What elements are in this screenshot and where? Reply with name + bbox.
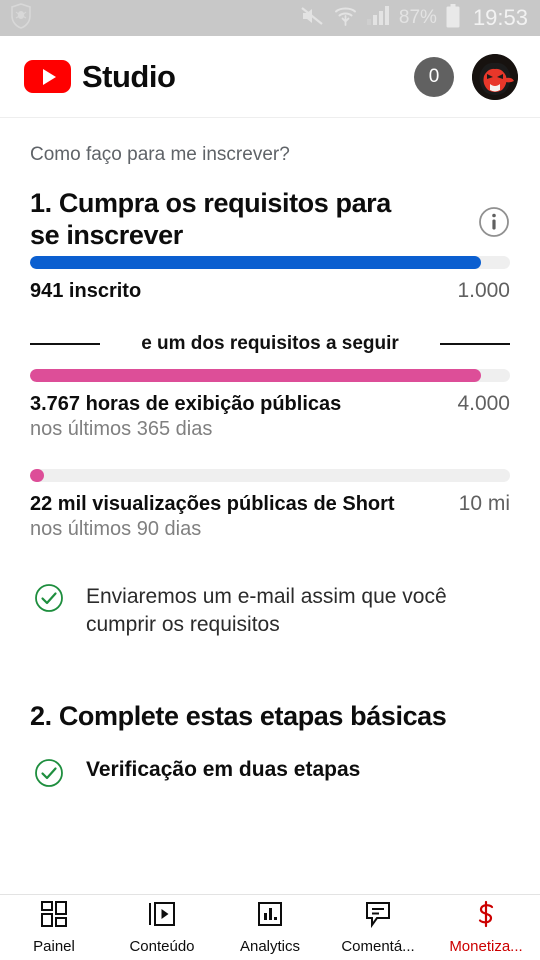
bottom-navigation: Painel Conteúdo Analytics Comentá... Mon… bbox=[0, 894, 540, 960]
help-link[interactable]: Como faço para me inscrever? bbox=[30, 144, 510, 166]
divider-label: e um dos requisitos a seguir bbox=[141, 332, 399, 354]
progress-label-subscribers: 941 inscrito bbox=[30, 279, 142, 302]
status-bar-right: 87% 19:53 bbox=[300, 3, 528, 33]
divider-line-left bbox=[30, 342, 100, 345]
main-content[interactable]: Como faço para me inscrever? 1. Cumpra o… bbox=[0, 118, 540, 894]
app-title: Studio bbox=[82, 58, 176, 94]
dashboard-icon bbox=[40, 900, 68, 933]
wifi-transfer-icon bbox=[334, 4, 357, 32]
progress-target-watch-hours: 4.000 bbox=[457, 391, 510, 415]
nav-item-comentarios[interactable]: Comentá... bbox=[324, 895, 432, 960]
status-bar-clock: 19:53 bbox=[472, 5, 528, 30]
divider-line-right bbox=[440, 342, 510, 345]
notification-count: 0 bbox=[428, 65, 440, 87]
shield-icon bbox=[10, 2, 32, 34]
status-bar-left bbox=[10, 2, 32, 34]
progress-sub-watch-hours: nos últimos 365 dias bbox=[30, 417, 213, 440]
nav-label-monetizacao: Monetiza... bbox=[449, 938, 523, 955]
nav-item-monetizacao[interactable]: Monetiza... bbox=[432, 895, 540, 960]
progress-shorts-views: 22 mil visualizações públicas de Short 1… bbox=[30, 468, 510, 541]
progress-row-shorts-views: 22 mil visualizações públicas de Short 1… bbox=[30, 492, 510, 516]
nav-label-painel: Painel bbox=[33, 938, 75, 955]
notification-badge[interactable]: 0 bbox=[414, 56, 454, 97]
comment-icon bbox=[364, 900, 392, 933]
nav-label-conteudo: Conteúdo bbox=[129, 938, 195, 955]
progress-row-subscribers: 941 inscrito 1.000 bbox=[30, 279, 510, 303]
step2-title: 2. Complete estas etapas básicas bbox=[30, 701, 447, 732]
progress-target-shorts-views: 10 mi bbox=[458, 491, 510, 515]
avatar[interactable] bbox=[472, 53, 518, 100]
brand-logo[interactable]: Studio bbox=[24, 58, 176, 95]
progress-label-watch-hours: 3.767 horas de exibição públicas bbox=[30, 392, 342, 415]
progress-fill-watch-hours bbox=[30, 368, 482, 382]
step2-first-item[interactable]: Verificação em duas etapas bbox=[30, 758, 510, 793]
nav-label-analytics: Analytics bbox=[239, 938, 301, 955]
youtube-logo-icon bbox=[24, 60, 71, 93]
check-circle-icon bbox=[34, 758, 64, 793]
progress-track-shorts-views bbox=[30, 468, 510, 482]
cellular-signal-icon bbox=[366, 5, 390, 31]
battery-percent-label: 87% bbox=[398, 7, 437, 28]
progress-sub-shorts-views: nos últimos 90 dias bbox=[30, 517, 202, 540]
requirements-divider: e um dos requisitos a seguir bbox=[30, 333, 510, 355]
step1-title: 1. Cumpra os requisitos para se inscreve… bbox=[30, 188, 391, 250]
progress-fill-shorts-views bbox=[30, 468, 45, 482]
progress-label-shorts-views: 22 mil visualizações públicas de Short bbox=[30, 492, 395, 515]
progress-track-watch-hours bbox=[30, 368, 510, 382]
dollar-icon bbox=[472, 900, 500, 933]
app-root: 87% 19:53 Studio 0 Como faço para me ins… bbox=[0, 0, 540, 960]
progress-track-subscribers bbox=[30, 255, 510, 269]
progress-fill-subscribers bbox=[30, 255, 482, 269]
progress-watch-hours: 3.767 horas de exibição públicas 4.000 n… bbox=[30, 368, 510, 441]
check-circle-icon bbox=[34, 583, 64, 618]
step2-first-item-label: Verificação em duas etapas bbox=[86, 758, 361, 782]
status-bar: 87% 19:53 bbox=[0, 0, 540, 36]
video-library-icon bbox=[148, 900, 176, 933]
mute-icon bbox=[300, 5, 325, 32]
nav-label-comentarios: Comentá... bbox=[341, 938, 415, 955]
progress-target-subscribers: 1.000 bbox=[457, 278, 510, 302]
progress-row-watch-hours: 3.767 horas de exibição públicas 4.000 bbox=[30, 392, 510, 416]
bar-chart-icon bbox=[256, 900, 284, 933]
nav-item-painel[interactable]: Painel bbox=[0, 895, 108, 960]
app-bar: Studio 0 bbox=[0, 36, 540, 118]
progress-subscribers: 941 inscrito 1.000 bbox=[30, 255, 510, 303]
email-note-text: Enviaremos um e-mail assim que você cump… bbox=[86, 584, 447, 637]
step1-header: 1. Cumpra os requisitos para se inscreve… bbox=[30, 188, 510, 252]
battery-icon bbox=[446, 3, 460, 33]
info-icon[interactable] bbox=[478, 206, 510, 243]
nav-item-conteudo[interactable]: Conteúdo bbox=[108, 895, 216, 960]
email-notification-note: Enviaremos um e-mail assim que você cump… bbox=[30, 583, 510, 640]
nav-item-analytics[interactable]: Analytics bbox=[216, 895, 324, 960]
